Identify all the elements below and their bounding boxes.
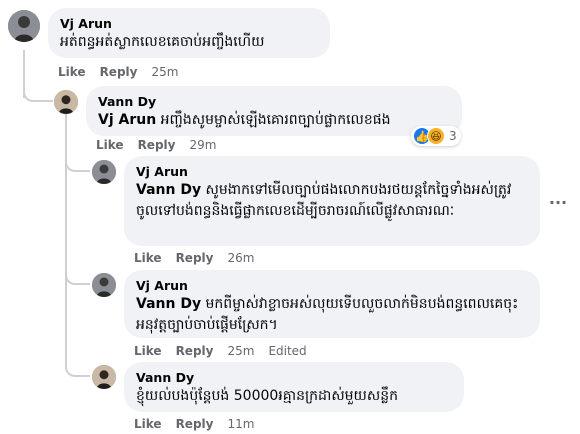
avatar[interactable] [92,365,116,389]
comment-timestamp[interactable]: 26m [227,250,254,266]
comment-timestamp[interactable]: 25m [227,343,254,359]
haha-icon: 😆 [427,127,445,145]
thread-curve-reply-4 [65,112,90,377]
reaction-summary[interactable]: 👍 😆 3 [411,126,461,146]
reply-button[interactable]: Reply [176,343,214,359]
comment-timestamp[interactable]: 29m [189,137,216,153]
reply-button[interactable]: Reply [100,64,138,80]
comment-actions: Like Reply 11m [134,416,268,432]
comment-timestamp[interactable]: 25m [151,64,178,80]
reply-button[interactable]: Reply [176,250,214,266]
comment-actions: Like Reply 25m Edited [134,343,307,359]
avatar-vj-arun-icon [92,273,116,297]
more-horizontal-icon[interactable]: ··· [546,190,570,214]
reaction-count: 3 [449,129,457,143]
comment-text: Vj Arun អញ្ចឹងសូមម្ចាស់ឡើងគោរពច្បាប់ផ្លា… [98,110,450,131]
reply-button[interactable]: Reply [138,137,176,153]
avatar[interactable] [92,273,116,297]
comment-author[interactable]: Vj Arun [136,278,528,294]
avatar-vj-arun-icon [92,160,116,184]
comment-text: អត់ពន្ធអត់ស្លាកលេខគេចាប់អញ្ចឹងហើយ [60,34,265,50]
comment-actions: Like Reply 26m [134,250,268,266]
like-button[interactable]: Like [134,343,162,359]
comment-bubble: Vj Arun Vann Dy មកពីម្ចាស់វាខ្លាចអស់លុយទ… [124,270,540,338]
comment-bubble: Vj Arun អត់ពន្ធអត់ស្លាកលេខគេចាប់អញ្ចឹងហើ… [48,8,330,58]
avatar[interactable] [8,10,40,42]
edited-label: Edited [268,344,307,358]
comment-bubble: Vj Arun Vann Dy សូមងាកទៅមើលច្បាប់ផងលោកបង… [124,156,540,246]
like-button[interactable]: Like [134,416,162,432]
comment-author[interactable]: Vann Dy [98,94,450,110]
avatar-vann-dy-icon [54,90,78,114]
comment-author[interactable]: Vj Arun [60,16,318,32]
avatar-vann-dy-icon [92,365,116,389]
comment-actions: Like Reply 25m [58,64,192,80]
comment-body: អញ្ចឹងសូមម្ចាស់ឡើងគោរពច្បាប់ផ្លាកលេខផង [156,112,391,128]
mention-link[interactable]: Vann Dy [136,182,201,198]
avatar-vj-arun-icon [8,10,40,42]
comment-author[interactable]: Vann Dy [136,370,452,386]
comment-timestamp[interactable]: 11m [227,416,254,432]
comment-text: Vann Dy មកពីម្ចាស់វាខ្លាចអស់លុយទើបលួចលាក… [136,294,528,336]
like-button[interactable]: Like [96,137,124,153]
comment-text: Vann Dy សូមងាកទៅមើលច្បាប់ផងលោកបងរថយន្តកែ… [136,180,528,222]
like-button[interactable]: Like [58,64,86,80]
mention-link[interactable]: Vann Dy [136,296,201,312]
like-button[interactable]: Like [134,250,162,266]
comment-text: ខ្ញុំយល់បងប៉ុន្តែបង់ 50000៛គ្មានក្រដាស់ម… [136,388,398,404]
thread-curve-reply-1 [23,50,53,102]
avatar[interactable] [92,160,116,184]
comment-bubble: Vann Dy Vj Arun អញ្ចឹងសូមម្ចាស់ឡើងគោរពច្… [86,86,462,136]
comment-actions: Like Reply 29m [96,137,230,153]
reply-button[interactable]: Reply [176,416,214,432]
comment-author[interactable]: Vj Arun [136,164,528,180]
mention-link[interactable]: Vj Arun [98,112,156,128]
comment-thread: Vj Arun អត់ពន្ធអត់ស្លាកលេខគេចាប់អញ្ចឹងហើ… [0,0,580,434]
avatar[interactable] [54,90,78,114]
comment-bubble: Vann Dy ខ្ញុំយល់បងប៉ុន្តែបង់ 50000៛គ្មាន… [124,362,464,412]
